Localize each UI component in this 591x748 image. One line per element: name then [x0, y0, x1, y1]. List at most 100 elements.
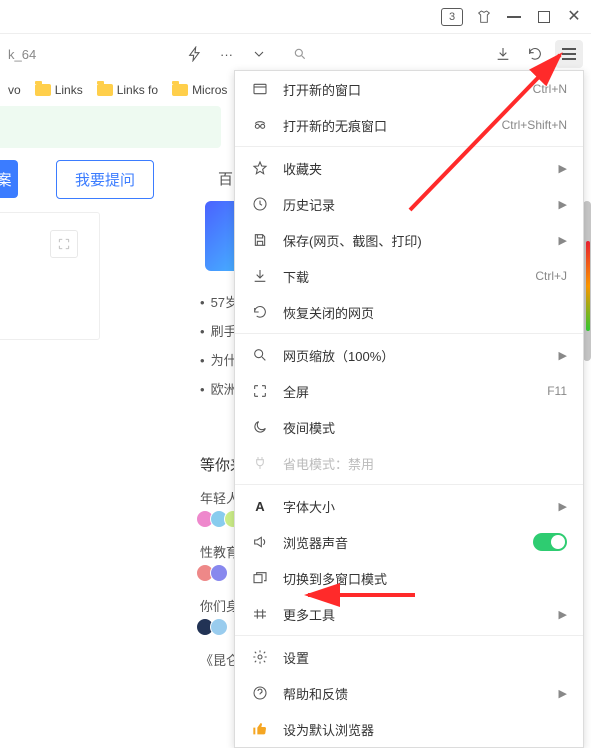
menu-help[interactable]: 帮助和反馈 ▶	[235, 675, 583, 711]
menu-label: 更多工具	[283, 605, 545, 624]
flash-icon[interactable]	[183, 42, 207, 66]
tools-icon	[251, 605, 269, 623]
menu-zoom[interactable]: 网页缩放（100%） ▶	[235, 337, 583, 373]
browser-toolbar: k_64 ···	[0, 34, 591, 74]
thumb-icon	[251, 720, 269, 738]
primary-button[interactable]: 案	[0, 160, 18, 198]
bookmark-folder[interactable]: Micros	[172, 83, 227, 97]
menu-separator	[235, 484, 583, 485]
chevron-right-icon: ▶	[559, 162, 567, 175]
folder-icon	[172, 84, 188, 96]
windows-icon	[251, 569, 269, 587]
window-titlebar: 3 ✕	[0, 0, 591, 34]
scroll-indicator	[586, 241, 590, 331]
menu-powersave: 省电模式：禁用	[235, 445, 583, 481]
partial-text: 百	[218, 168, 233, 189]
menu-separator	[235, 333, 583, 334]
sound-icon	[251, 533, 269, 551]
bookmark-label: Links fo	[117, 83, 158, 97]
font-icon: A	[251, 497, 269, 515]
window-minimize-button[interactable]	[505, 8, 523, 26]
menu-separator	[235, 635, 583, 636]
window-icon	[251, 80, 269, 98]
menu-label: 浏览器声音	[283, 533, 519, 552]
menu-default-browser[interactable]: 设为默认浏览器	[235, 711, 583, 747]
chevron-right-icon: ▶	[559, 198, 567, 211]
vertical-scrollbar[interactable]	[583, 106, 591, 671]
search-bar[interactable]	[285, 40, 477, 68]
expand-icon[interactable]	[50, 230, 78, 258]
restore-icon	[251, 303, 269, 321]
download-icon[interactable]	[491, 42, 515, 66]
tab-title: k_64	[8, 47, 56, 62]
menu-hint: Ctrl+N	[533, 82, 567, 96]
save-icon	[251, 231, 269, 249]
list-item[interactable]: 为什	[200, 350, 237, 369]
menu-label: 切换到多窗口模式	[283, 569, 567, 588]
notice-bar	[0, 106, 221, 148]
menu-fontsize[interactable]: A 字体大小 ▶	[235, 488, 583, 524]
menu-label: 收藏夹	[283, 159, 545, 178]
menu-fullscreen[interactable]: 全屏 F11	[235, 373, 583, 409]
menu-separator	[235, 146, 583, 147]
folder-icon	[35, 84, 51, 96]
menu-label: 省电模式：禁用	[283, 454, 567, 473]
menu-incognito[interactable]: 打开新的无痕窗口 Ctrl+Shift+N	[235, 107, 583, 143]
menu-label: 帮助和反馈	[283, 684, 545, 703]
bookmark-label: Micros	[192, 83, 227, 97]
chevron-right-icon: ▶	[559, 349, 567, 362]
menu-save[interactable]: 保存(网页、截图、打印) ▶	[235, 222, 583, 258]
reload-icon[interactable]	[523, 42, 547, 66]
sound-toggle[interactable]	[533, 533, 567, 551]
bookmark-label: vo	[8, 83, 21, 97]
star-icon	[251, 159, 269, 177]
clock-icon	[251, 195, 269, 213]
chevron-right-icon: ▶	[559, 500, 567, 513]
chevron-down-icon[interactable]	[247, 42, 271, 66]
menu-hint: Ctrl+Shift+N	[502, 118, 567, 132]
menu-night[interactable]: 夜间模式	[235, 409, 583, 445]
main-menu-button[interactable]	[555, 40, 583, 68]
list-item[interactable]: 57岁	[200, 292, 238, 311]
menu-favorites[interactable]: 收藏夹 ▶	[235, 150, 583, 186]
download-icon	[251, 267, 269, 285]
menu-sound[interactable]: 浏览器声音	[235, 524, 583, 560]
menu-hint: F11	[547, 384, 567, 398]
bookmark-folder[interactable]: vo	[8, 83, 21, 97]
list-item[interactable]: 欧洲	[200, 379, 237, 398]
window-maximize-button[interactable]	[535, 8, 553, 26]
menu-label: 下载	[283, 267, 521, 286]
menu-download[interactable]: 下载 Ctrl+J	[235, 258, 583, 294]
bookmark-label: Links	[55, 83, 83, 97]
folder-icon	[97, 84, 113, 96]
menu-multiwindow[interactable]: 切换到多窗口模式	[235, 560, 583, 596]
window-close-button[interactable]: ✕	[565, 8, 583, 26]
bookmark-folder[interactable]: Links	[35, 83, 83, 97]
main-menu: 打开新的窗口 Ctrl+N 打开新的无痕窗口 Ctrl+Shift+N 收藏夹 …	[234, 70, 584, 748]
menu-restore[interactable]: 恢复关闭的网页	[235, 294, 583, 330]
menu-label: 设置	[283, 648, 567, 667]
bookmark-folder[interactable]: Links fo	[97, 83, 158, 97]
menu-hint: Ctrl+J	[535, 269, 567, 283]
menu-label: 恢复关闭的网页	[283, 303, 567, 322]
list-item[interactable]: 刷手	[200, 321, 237, 340]
menu-history[interactable]: 历史记录 ▶	[235, 186, 583, 222]
tab-count-badge[interactable]: 3	[441, 8, 463, 26]
more-icon[interactable]: ···	[215, 42, 239, 66]
menu-label: 夜间模式	[283, 418, 567, 437]
fullscreen-icon	[251, 382, 269, 400]
zoom-icon	[251, 346, 269, 364]
menu-moretools[interactable]: 更多工具 ▶	[235, 596, 583, 632]
ask-button[interactable]: 我要提问	[56, 160, 154, 199]
menu-settings[interactable]: 设置	[235, 639, 583, 675]
menu-label: 全屏	[283, 382, 533, 401]
menu-new-window[interactable]: 打开新的窗口 Ctrl+N	[235, 71, 583, 107]
gear-icon	[251, 648, 269, 666]
chevron-right-icon: ▶	[559, 687, 567, 700]
menu-label: 网页缩放（100%）	[283, 346, 545, 365]
shirt-icon[interactable]	[475, 8, 493, 26]
menu-label: 设为默认浏览器	[283, 720, 567, 739]
menu-label: 打开新的无痕窗口	[283, 116, 488, 135]
chevron-right-icon: ▶	[559, 234, 567, 247]
menu-label: 字体大小	[283, 497, 545, 516]
